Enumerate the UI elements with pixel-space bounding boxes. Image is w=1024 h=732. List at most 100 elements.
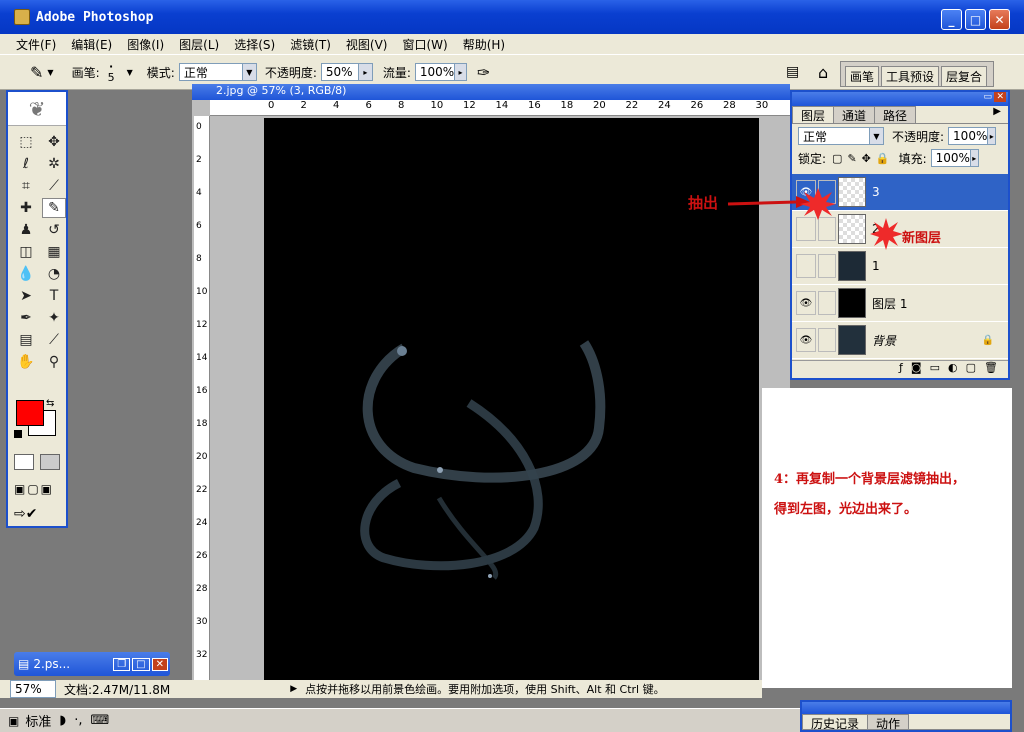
panel-minimize-icon[interactable]: ▭: [983, 92, 992, 102]
brush-picker-arrow-icon[interactable]: ▼: [127, 68, 133, 77]
image-canvas[interactable]: [264, 118, 759, 684]
move-tool-icon[interactable]: ✥: [42, 132, 66, 152]
eye-icon[interactable]: 👁: [796, 291, 816, 315]
menu-layer[interactable]: 图层(L): [179, 36, 219, 53]
blend-mode-select[interactable]: 正常 ▼: [798, 127, 884, 145]
well-tab-layer-comps[interactable]: 层复合: [940, 66, 987, 86]
notes-tool-icon[interactable]: ▤: [14, 330, 38, 350]
eyedropper-tool-icon[interactable]: ⟋: [42, 330, 66, 350]
palette-options-icon[interactable]: ▤: [786, 64, 799, 80]
path-selection-tool-icon[interactable]: ➤: [14, 286, 38, 306]
tab-actions[interactable]: 动作: [867, 714, 910, 731]
eye-hidden-icon[interactable]: [796, 254, 816, 278]
new-group-icon[interactable]: ▭: [930, 361, 940, 378]
crop-tool-icon[interactable]: ⌗: [14, 176, 38, 196]
menu-help[interactable]: 帮助(H): [463, 36, 505, 53]
panel-menu-arrow-icon[interactable]: ▶: [985, 106, 1009, 123]
dodge-tool-icon[interactable]: ◔: [42, 264, 66, 284]
quick-mask-mode-icon[interactable]: [40, 454, 60, 470]
play-arrow-icon[interactable]: ▶: [290, 684, 297, 694]
link-cell[interactable]: [818, 291, 836, 315]
hand-tool-icon[interactable]: ✋: [14, 352, 38, 372]
well-tab-brushes[interactable]: 画笔: [844, 66, 879, 86]
new-layer-icon[interactable]: ▢: [966, 361, 976, 378]
clone-stamp-tool-icon[interactable]: ♟: [14, 220, 38, 240]
brush-preset-picker[interactable]: · 5: [108, 61, 115, 83]
eye-icon[interactable]: 👁: [796, 328, 816, 352]
zoom-field[interactable]: 57%: [10, 680, 56, 698]
mode-select[interactable]: 正常 ▼: [178, 63, 257, 81]
default-colors-icon[interactable]: [14, 430, 22, 438]
layer-opacity-input[interactable]: 100% ▸: [948, 127, 997, 145]
swap-colors-icon[interactable]: ⇆: [46, 398, 54, 409]
link-cell[interactable]: [818, 328, 836, 352]
link-cell[interactable]: [818, 254, 836, 278]
marquee-tool-icon[interactable]: ⬚: [14, 132, 38, 152]
layer-row-layer1[interactable]: 👁 图层 1: [792, 285, 1008, 322]
tab-paths[interactable]: 路径: [874, 106, 917, 123]
close-button[interactable]: ✕: [989, 9, 1010, 30]
menu-window[interactable]: 窗口(W): [402, 36, 447, 53]
menu-select[interactable]: 选择(S): [234, 36, 275, 53]
slice-tool-icon[interactable]: ⟋: [42, 176, 66, 196]
minimized-document[interactable]: ▤ 2.ps... ❐ □ ✕: [14, 652, 170, 676]
ruler-tick-label: 0: [268, 100, 275, 111]
menu-file[interactable]: 文件(F): [16, 36, 56, 53]
tab-channels[interactable]: 通道: [833, 106, 876, 123]
eraser-tool-icon[interactable]: ◫: [14, 242, 38, 262]
restore-icon[interactable]: ❐: [113, 657, 131, 671]
menu-image[interactable]: 图像(I): [127, 36, 164, 53]
jump-to-imageready-icon[interactable]: ⇨✔: [14, 506, 37, 522]
opacity-value: 50%: [325, 65, 353, 79]
layers-panel-footer: ƒ ◙ ▭ ◐ ▢ 🗑: [792, 360, 1008, 378]
ruler-tick-label: 22: [625, 100, 639, 111]
layer-style-icon[interactable]: ƒ: [899, 361, 903, 378]
panel-close-icon[interactable]: ✕: [994, 92, 1006, 102]
adjustment-layer-icon[interactable]: ◐: [948, 361, 958, 378]
soft-keyboard-icon[interactable]: ⌨: [90, 713, 109, 728]
fill-input[interactable]: 100% ▸: [930, 149, 979, 167]
punctuation-icon[interactable]: ·,: [74, 713, 82, 728]
menu-view[interactable]: 视图(V): [346, 36, 388, 53]
healing-brush-tool-icon[interactable]: ✚: [14, 198, 38, 218]
history-brush-tool-icon[interactable]: ↺: [42, 220, 66, 240]
standard-mode-icon[interactable]: [14, 454, 34, 470]
zoom-tool-icon[interactable]: ⚲: [42, 352, 66, 372]
delete-layer-icon[interactable]: 🗑: [984, 361, 998, 378]
menu-filter[interactable]: 滤镜(T): [290, 36, 331, 53]
tab-history[interactable]: 历史记录: [802, 714, 869, 731]
menu-edit[interactable]: 编辑(E): [71, 36, 112, 53]
brush-tool-icon[interactable]: ✎: [30, 63, 43, 82]
foreground-color-swatch[interactable]: [16, 400, 44, 426]
type-tool-icon[interactable]: T: [42, 286, 66, 306]
screen-mode-icons[interactable]: ▣▢▣: [14, 482, 54, 496]
lasso-tool-icon[interactable]: ℓ: [14, 154, 38, 174]
blur-tool-icon[interactable]: 💧: [14, 264, 38, 284]
ime-mode[interactable]: 标准: [25, 711, 51, 730]
gradient-tool-icon[interactable]: ▦: [42, 242, 66, 262]
ime-icon[interactable]: ▣: [8, 714, 19, 728]
tool-preset-dropdown-icon[interactable]: ▼: [47, 68, 53, 77]
ruler-tick-label: 16: [528, 100, 541, 111]
file-browser-icon[interactable]: ⌂: [818, 63, 828, 82]
magic-wand-tool-icon[interactable]: ✲: [42, 154, 66, 174]
minimize-button[interactable]: _: [941, 9, 962, 30]
pen-tool-icon[interactable]: ✒: [14, 308, 38, 328]
flow-input[interactable]: 100% ▸: [414, 63, 467, 81]
maximize-button[interactable]: □: [965, 9, 986, 30]
tab-layers[interactable]: 图层: [792, 106, 835, 123]
layer-row-1[interactable]: 1: [792, 248, 1008, 285]
opacity-input[interactable]: 50% ▸: [320, 63, 373, 81]
layer-row-background[interactable]: 👁 背景 🔒: [792, 322, 1008, 359]
brush-tool-icon[interactable]: ✎: [42, 198, 66, 218]
lock-options-icons[interactable]: ▢✎✥🔒: [832, 152, 895, 165]
doc-info[interactable]: 文档:2.47M/11.8M: [64, 681, 170, 698]
shape-tool-icon[interactable]: ✦: [42, 308, 66, 328]
close-icon[interactable]: ✕: [151, 657, 168, 671]
flow-value: 100%: [419, 65, 455, 79]
well-tab-tool-presets[interactable]: 工具预设: [880, 66, 939, 86]
maximize-icon[interactable]: □: [132, 657, 150, 671]
airbrush-icon[interactable]: ✑: [477, 63, 490, 82]
half-width-icon[interactable]: ◗: [59, 713, 66, 728]
add-mask-icon[interactable]: ◙: [911, 361, 922, 378]
